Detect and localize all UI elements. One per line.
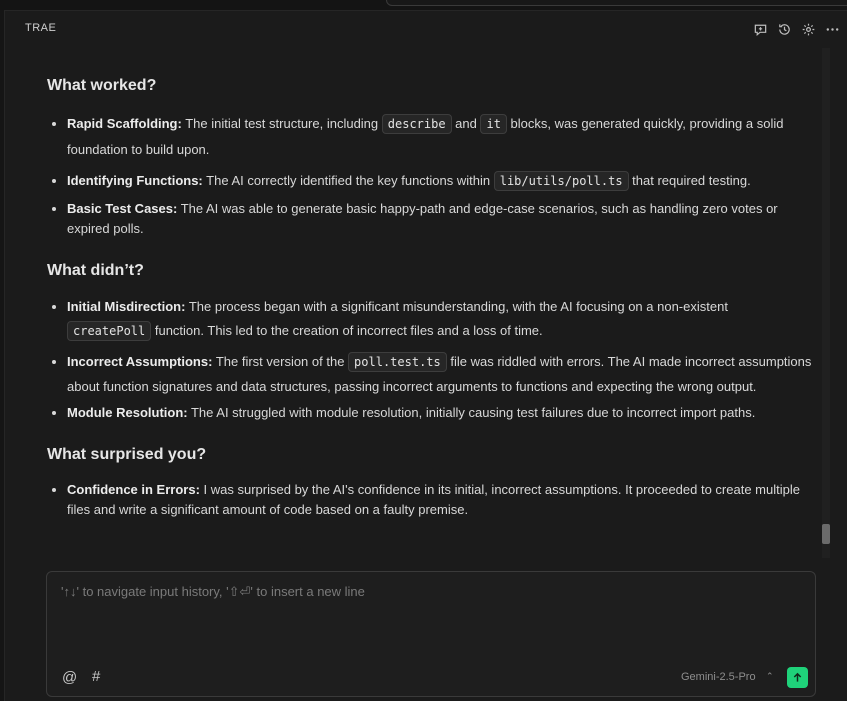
list-item: Rapid Scaffolding: The initial test stru…	[67, 111, 812, 163]
list-item: Basic Test Cases: The AI was able to gen…	[67, 199, 812, 239]
context-hash-button[interactable]: #	[92, 668, 100, 685]
left-panel-edge	[0, 10, 5, 701]
brand-label: TRAE	[25, 22, 57, 34]
chat-input-box[interactable]: '↑↓' to navigate input history, '⇧⏎' to …	[46, 571, 816, 697]
chat-response: What worked? Rapid Scaffolding: The init…	[47, 60, 812, 560]
section-heading: What surprised you?	[47, 446, 207, 463]
bullet-list: Initial Misdirection: The process began …	[47, 296, 812, 423]
item-title: Rapid Scaffolding:	[67, 116, 182, 131]
model-selector[interactable]: Gemini-2.5-Pro	[681, 671, 756, 683]
list-item: Initial Misdirection: The process began …	[67, 296, 812, 344]
item-title: Module Resolution:	[67, 405, 188, 420]
item-title: Initial Misdirection:	[67, 299, 186, 314]
chevron-up-icon[interactable]: ⌃	[766, 671, 774, 682]
section-heading: What worked?	[47, 77, 157, 94]
inline-code: lib/utils/poll.ts	[493, 171, 629, 191]
panel-header: TRAE	[5, 11, 847, 45]
item-text: and	[451, 116, 481, 131]
more-icon[interactable]	[823, 20, 841, 38]
history-icon[interactable]	[775, 20, 793, 38]
item-title: Incorrect Assumptions:	[67, 354, 213, 369]
item-text: that required testing.	[628, 173, 751, 188]
item-text: The first version of the	[212, 354, 349, 369]
scrollbar-thumb[interactable]	[822, 524, 830, 544]
item-text: The AI correctly identified the key func…	[202, 173, 494, 188]
inline-code: describe	[381, 114, 452, 134]
list-item: Incorrect Assumptions: The first version…	[67, 349, 812, 398]
item-text: The process began with a significant mis…	[185, 299, 728, 314]
settings-icon[interactable]	[799, 20, 817, 38]
item-title: Identifying Functions:	[67, 173, 203, 188]
mention-button[interactable]: @	[62, 669, 77, 686]
bullet-list: Rapid Scaffolding: The initial test stru…	[47, 111, 812, 239]
item-text: The AI struggled with module resolution,…	[187, 405, 756, 420]
list-item: Identifying Functions: The AI correctly …	[67, 168, 812, 194]
bullet-list: Confidence in Errors: I was surprised by…	[47, 480, 812, 520]
inline-code: createPoll	[67, 321, 152, 341]
top-input-edge	[386, 0, 847, 6]
item-title: Confidence in Errors:	[67, 482, 200, 497]
new-chat-icon[interactable]	[751, 20, 769, 38]
top-strip	[0, 0, 847, 11]
list-item: Confidence in Errors: I was surprised by…	[67, 480, 812, 520]
inline-code: it	[480, 114, 507, 134]
scrollbar-track[interactable]	[822, 48, 830, 558]
section-heading: What didn’t?	[47, 262, 144, 279]
chat-input-placeholder[interactable]: '↑↓' to navigate input history, '⇧⏎' to …	[61, 584, 365, 600]
send-button[interactable]	[787, 667, 808, 688]
arrow-up-icon	[793, 672, 802, 682]
list-item: Module Resolution: The AI struggled with…	[67, 403, 812, 423]
inline-code: poll.test.ts	[348, 352, 447, 372]
item-text: The initial test structure, including	[181, 116, 382, 131]
item-text: function. This led to the creation of in…	[151, 323, 543, 338]
item-title: Basic Test Cases:	[67, 201, 178, 216]
